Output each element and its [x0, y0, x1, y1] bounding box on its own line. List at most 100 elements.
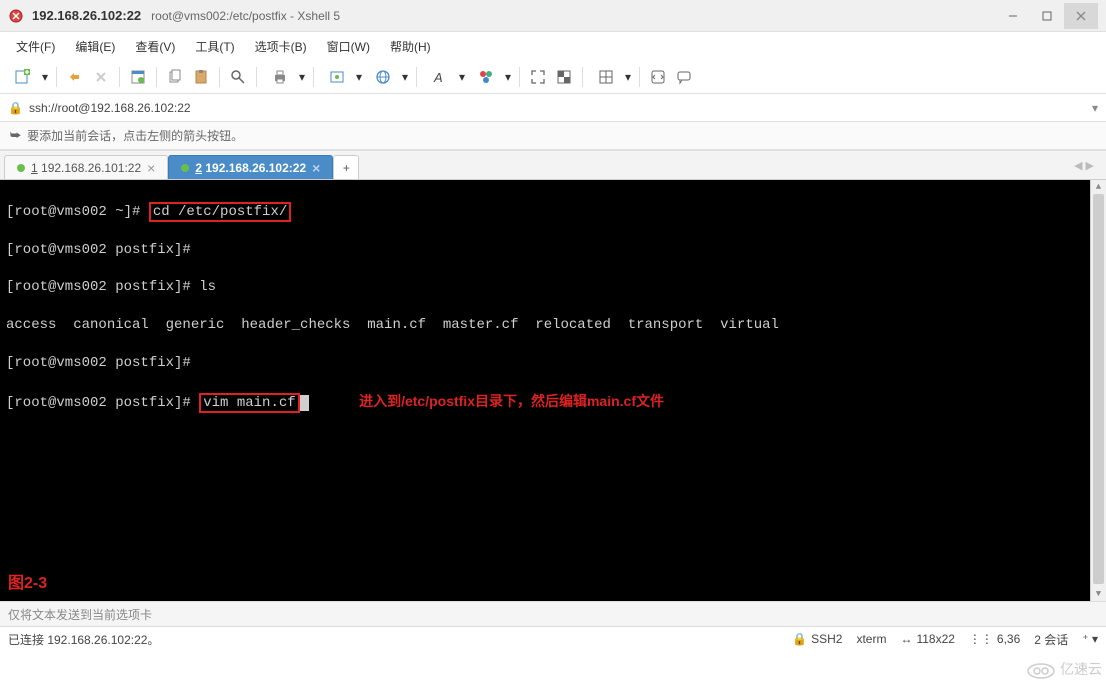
- font-icon[interactable]: A: [423, 65, 457, 89]
- scroll-up-icon[interactable]: ▲: [1091, 180, 1106, 194]
- separator: [119, 67, 120, 87]
- menu-view[interactable]: 查看(V): [127, 34, 183, 59]
- tab-label: 192.168.26.102:22: [205, 161, 306, 175]
- watermark: 亿速云: [1026, 659, 1102, 679]
- print-icon[interactable]: [263, 65, 297, 89]
- cursor: [300, 395, 309, 411]
- script-icon[interactable]: [646, 65, 670, 89]
- separator: [519, 67, 520, 87]
- status-size: 118x22: [916, 632, 954, 646]
- sessions-caret-icon[interactable]: ⁺ ▾: [1082, 632, 1098, 646]
- terminal-line: [root@vms002 postfix]# ls: [6, 278, 1100, 297]
- find-icon[interactable]: [226, 65, 250, 89]
- separator: [156, 67, 157, 87]
- tabbar: 1 192.168.26.101:22 × 2 192.168.26.102:2…: [0, 150, 1106, 180]
- menu-file[interactable]: 文件(F): [8, 34, 63, 59]
- svg-text:A: A: [433, 70, 443, 85]
- send-text-bar[interactable]: 仅将文本发送到当前选项卡: [0, 601, 1106, 627]
- tab-nav-arrows[interactable]: ◀ ▶: [1074, 151, 1102, 179]
- menu-edit[interactable]: 编辑(E): [67, 34, 123, 59]
- status-position: 6,36: [997, 632, 1020, 646]
- highlighted-command: vim main.cf: [199, 393, 299, 413]
- paste-icon[interactable]: [189, 65, 213, 89]
- status-protocol: SSH2: [811, 632, 842, 646]
- terminal-scrollbar[interactable]: ▲ ▼: [1090, 180, 1106, 601]
- dropdown-caret-icon[interactable]: ▾: [505, 70, 513, 84]
- separator: [56, 67, 57, 87]
- tab-number: 1: [31, 161, 38, 175]
- highlighted-command: cd /etc/postfix/: [149, 202, 291, 222]
- tab-label: 192.168.26.101:22: [41, 161, 141, 175]
- dropdown-caret-icon[interactable]: ▾: [625, 70, 633, 84]
- dropdown-caret-icon[interactable]: ▾: [459, 70, 467, 84]
- scroll-down-icon[interactable]: ▼: [1091, 587, 1106, 601]
- separator: [582, 67, 583, 87]
- terminal-line: [root@vms002 postfix]#: [6, 241, 1100, 260]
- transparency-icon[interactable]: [552, 65, 576, 89]
- separator: [256, 67, 257, 87]
- separator: [313, 67, 314, 87]
- separator: [639, 67, 640, 87]
- tab-session-1[interactable]: 1 192.168.26.101:22 ×: [4, 155, 168, 179]
- file-transfer-icon[interactable]: [320, 65, 354, 89]
- prompt: [root@vms002 ~]#: [6, 204, 149, 220]
- dropdown-caret-icon[interactable]: ▾: [402, 70, 410, 84]
- disconnect-icon[interactable]: [89, 65, 113, 89]
- titlebar: 192.168.26.102:22 root@vms002:/etc/postf…: [0, 0, 1106, 32]
- window-subtitle: root@vms002:/etc/postfix - Xshell 5: [151, 9, 996, 23]
- size-icon: ↔: [900, 632, 912, 646]
- menu-window[interactable]: 窗口(W): [319, 34, 378, 59]
- menu-tools[interactable]: 工具(T): [187, 34, 242, 59]
- menu-tabs[interactable]: 选项卡(B): [247, 34, 315, 59]
- tab-close-icon[interactable]: ×: [147, 160, 155, 176]
- tab-add-button[interactable]: +: [333, 155, 359, 179]
- annotation-text: 进入到/etc/postfix目录下，然后编辑main.cf文件: [359, 393, 664, 409]
- send-placeholder: 仅将文本发送到当前选项卡: [8, 606, 152, 623]
- scrollbar-thumb[interactable]: [1093, 194, 1104, 584]
- tab-close-icon[interactable]: ×: [312, 160, 320, 176]
- status-dot-icon: [181, 164, 189, 172]
- minimize-button[interactable]: [996, 3, 1030, 29]
- separator: [219, 67, 220, 87]
- status-sessions: 2 会话: [1034, 631, 1068, 648]
- toolbar: ▾ ▾ ▾ ▾ A ▾ ▾ ▾: [0, 60, 1106, 94]
- window-title: 192.168.26.102:22: [32, 8, 141, 23]
- chat-icon[interactable]: [672, 65, 696, 89]
- tab-number: 2: [195, 161, 202, 175]
- addressbar: 🔒 ▾: [0, 94, 1106, 122]
- color-scheme-icon[interactable]: [469, 65, 503, 89]
- status-connection: 已连接 192.168.26.102:22。: [8, 631, 778, 648]
- statusbar: 已连接 192.168.26.102:22。 🔒SSH2 xterm ↔118x…: [0, 627, 1106, 651]
- dropdown-caret-icon[interactable]: ▾: [42, 70, 50, 84]
- fullscreen-icon[interactable]: [526, 65, 550, 89]
- terminal[interactable]: [root@vms002 ~]# cd /etc/postfix/ [root@…: [0, 180, 1106, 601]
- app-icon: [8, 8, 24, 24]
- figure-label: 图2-3: [8, 573, 47, 595]
- separator: [416, 67, 417, 87]
- terminal-output: access canonical generic header_checks m…: [6, 316, 1100, 335]
- layout-icon[interactable]: [589, 65, 623, 89]
- hint-text: 要添加当前会话，点击左侧的箭头按钮。: [27, 127, 243, 144]
- status-term-type: xterm: [856, 632, 886, 646]
- close-button[interactable]: [1064, 3, 1098, 29]
- hintbar: ⮩ 要添加当前会话，点击左侧的箭头按钮。: [0, 122, 1106, 150]
- maximize-button[interactable]: [1030, 3, 1064, 29]
- dropdown-caret-icon[interactable]: ▾: [356, 70, 364, 84]
- new-session-icon[interactable]: [6, 65, 40, 89]
- tab-session-2[interactable]: 2 192.168.26.102:22 ×: [168, 155, 333, 179]
- menubar: 文件(F) 编辑(E) 查看(V) 工具(T) 选项卡(B) 窗口(W) 帮助(…: [0, 32, 1106, 60]
- dropdown-caret-icon[interactable]: ▾: [299, 70, 307, 84]
- globe-icon[interactable]: [366, 65, 400, 89]
- dropdown-caret-icon[interactable]: ▾: [1092, 101, 1098, 115]
- menu-help[interactable]: 帮助(H): [382, 34, 439, 59]
- add-session-arrow-icon[interactable]: ⮩: [10, 128, 21, 143]
- properties-icon[interactable]: [126, 65, 150, 89]
- terminal-line: [root@vms002 postfix]#: [6, 354, 1100, 373]
- reconnect-icon[interactable]: [63, 65, 87, 89]
- status-dot-icon: [17, 164, 25, 172]
- copy-icon[interactable]: [163, 65, 187, 89]
- position-icon: ⋮⋮: [969, 632, 993, 646]
- watermark-text: 亿速云: [1060, 659, 1102, 679]
- address-input[interactable]: [29, 101, 1086, 115]
- lock-icon: 🔒: [8, 101, 23, 115]
